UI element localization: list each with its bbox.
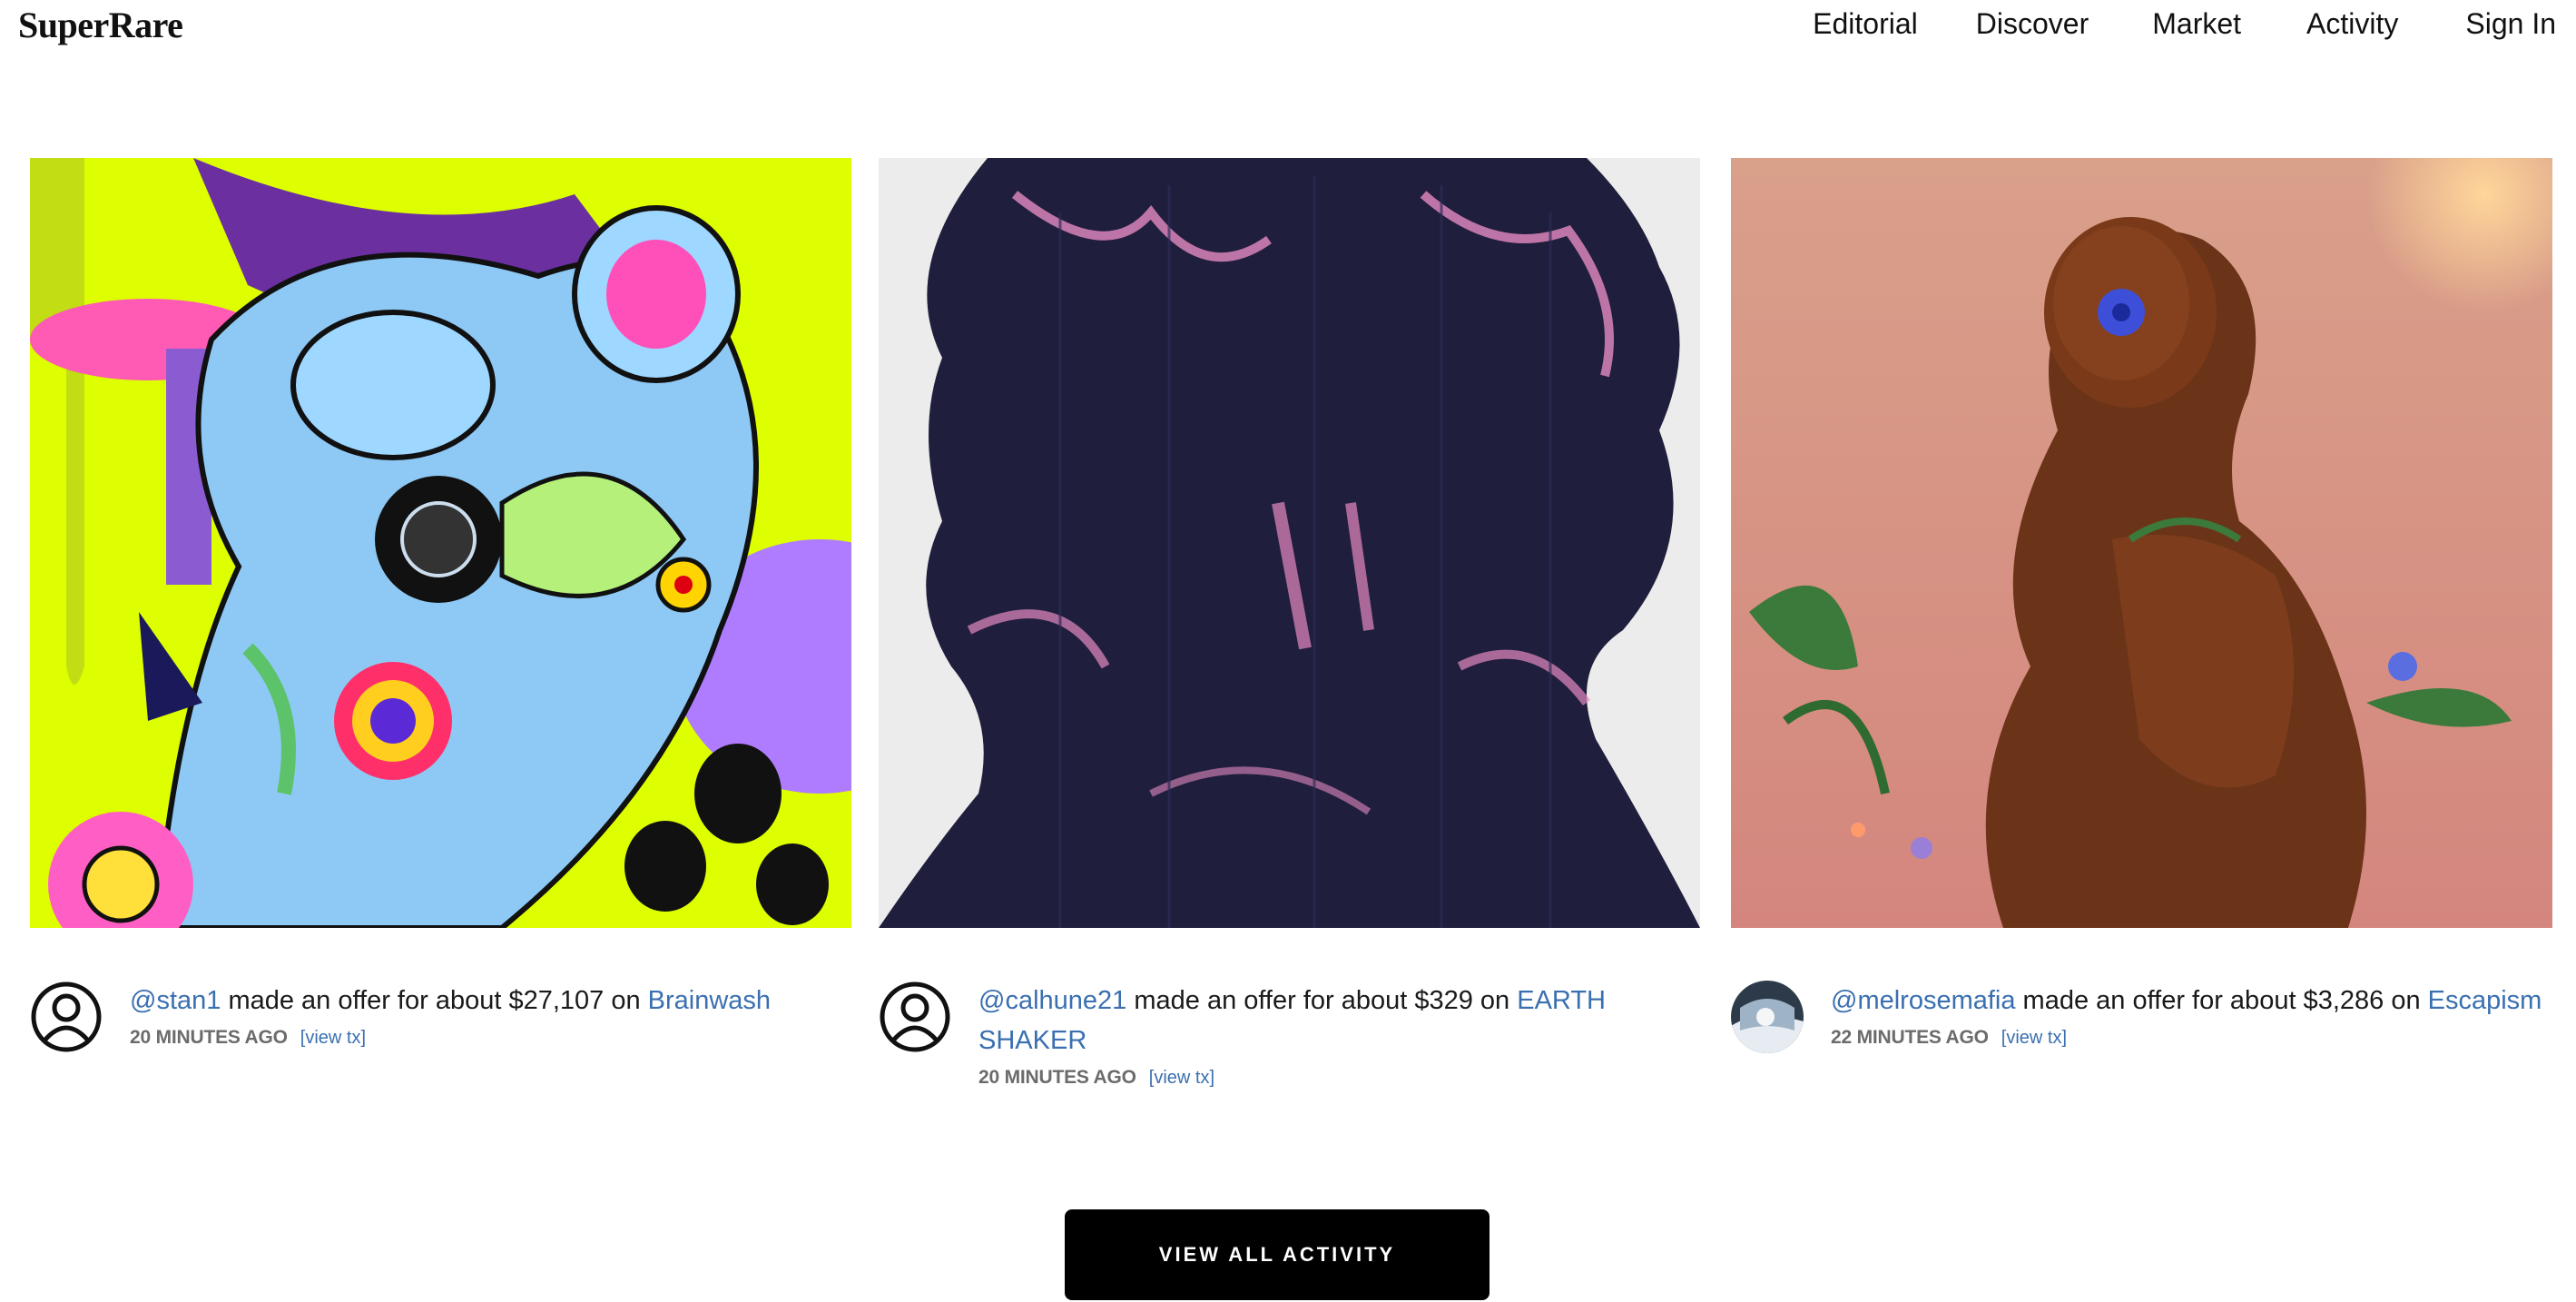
activity-time: 20 MINUTES AGO <box>978 1067 1136 1088</box>
activity-meta: @melrosemafia made an offer for about $3… <box>1731 981 2552 1117</box>
artwork-image-escapism[interactable] <box>1731 158 2552 928</box>
activity-time: 20 MINUTES AGO <box>130 1027 288 1048</box>
activity-description: @stan1 made an offer for about $27,107 o… <box>130 981 851 1021</box>
nav-discover[interactable]: Discover <box>1976 7 2089 41</box>
nav-editorial[interactable]: Editorial <box>1813 7 1918 41</box>
activity-card: @melrosemafia made an offer for about $3… <box>1731 158 2552 1117</box>
avatar-photo[interactable] <box>1731 981 1804 1053</box>
activity-action-text: made an offer for about $329 on <box>1126 986 1518 1015</box>
activity-description: @melrosemafia made an offer for about $3… <box>1831 981 2552 1021</box>
earth-shaker-artwork <box>879 158 1700 928</box>
artwork-image-earth-shaker[interactable] <box>879 158 1700 928</box>
activity-action-text: made an offer for about $27,107 on <box>221 986 648 1015</box>
activity-card: @stan1 made an offer for about $27,107 o… <box>30 158 851 1117</box>
user-link[interactable]: @stan1 <box>130 986 221 1015</box>
view-tx-link[interactable]: [view tx] <box>1149 1068 1214 1088</box>
activity-timestamp-row: 20 MINUTES AGO [view tx] <box>130 1024 851 1051</box>
view-tx-link[interactable]: [view tx] <box>300 1028 366 1048</box>
artwork-link[interactable]: Escapism <box>2428 986 2542 1015</box>
artwork-link[interactable]: Brainwash <box>648 986 771 1015</box>
nav-market[interactable]: Market <box>2152 7 2241 41</box>
activity-card: @calhune21 made an offer for about $329 … <box>879 158 1700 1117</box>
activity-timestamp-row: 22 MINUTES AGO [view tx] <box>1831 1024 2552 1051</box>
activity-timestamp-row: 20 MINUTES AGO [view tx] <box>978 1064 1700 1091</box>
activity-meta: @stan1 made an offer for about $27,107 o… <box>30 981 851 1117</box>
activity-description: @calhune21 made an offer for about $329 … <box>978 981 1700 1060</box>
main-nav: Editorial Discover Market Activity Sign … <box>1813 7 2556 41</box>
nav-sign-in[interactable]: Sign In <box>2465 7 2556 41</box>
view-all-activity-button[interactable]: VIEW ALL ACTIVITY <box>1065 1209 1490 1300</box>
user-link[interactable]: @melrosemafia <box>1831 986 2016 1015</box>
activity-meta: @calhune21 made an offer for about $329 … <box>879 981 1700 1117</box>
brainwash-artwork <box>30 158 851 928</box>
activity-action-text: made an offer for about $3,286 on <box>2015 986 2428 1015</box>
user-circle-icon[interactable] <box>30 981 103 1053</box>
activity-time: 22 MINUTES AGO <box>1831 1027 1989 1048</box>
view-tx-link[interactable]: [view tx] <box>2001 1028 2067 1048</box>
superrare-logo[interactable]: SuperRare <box>18 4 183 46</box>
user-circle-icon[interactable] <box>879 981 951 1053</box>
artwork-image-brainwash[interactable] <box>30 158 851 928</box>
user-link[interactable]: @calhune21 <box>978 986 1126 1015</box>
escapism-artwork <box>1731 158 2552 928</box>
nav-activity[interactable]: Activity <box>2306 7 2398 41</box>
